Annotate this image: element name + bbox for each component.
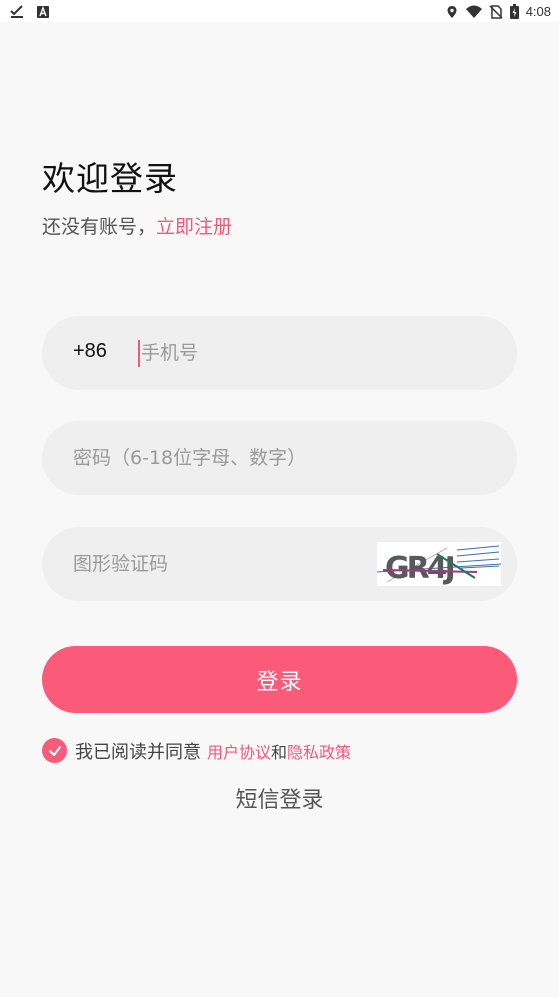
phone-input[interactable]: [141, 316, 481, 390]
no-sim-icon: [489, 4, 503, 19]
user-agreement-link[interactable]: 用户协议: [207, 739, 271, 763]
battery-charging-icon: [509, 4, 519, 19]
status-time: 4:08: [525, 3, 551, 19]
login-screen: 4:08 欢迎登录 还没有账号，立即注册 +86 GR4J: [0, 0, 559, 997]
captcha-text: GR4J: [385, 551, 454, 586]
wifi-icon: [465, 4, 482, 18]
agreement-row: 我已阅读并同意 用户协议 和 隐私政策: [42, 737, 351, 764]
sms-login-link[interactable]: 短信登录: [0, 782, 559, 814]
login-button[interactable]: 登录: [42, 646, 517, 713]
page-title: 欢迎登录: [42, 159, 178, 198]
text-cursor: [138, 340, 140, 367]
location-pin-icon: [445, 4, 459, 18]
register-prompt-text: 还没有账号，: [42, 216, 157, 238]
country-code[interactable]: +86: [73, 340, 107, 363]
captcha-input[interactable]: [73, 527, 363, 601]
agreement-and: 和: [271, 742, 288, 762]
status-bar-right: 4:08: [445, 3, 551, 19]
captcha-image[interactable]: GR4J: [376, 542, 502, 586]
status-bar-left: [10, 3, 50, 19]
password-field[interactable]: [42, 421, 517, 495]
agreement-checkbox[interactable]: [42, 738, 67, 763]
keyboard-a-icon: [36, 4, 50, 18]
captcha-field[interactable]: GR4J: [42, 527, 517, 601]
privacy-policy-link[interactable]: 隐私政策: [287, 739, 351, 763]
agreement-text: 我已阅读并同意: [75, 741, 201, 763]
status-bar: 4:08: [0, 0, 559, 22]
check-download-icon: [10, 4, 24, 18]
password-input[interactable]: [73, 421, 493, 495]
check-icon: [48, 744, 62, 758]
register-link[interactable]: 立即注册: [156, 216, 232, 238]
phone-field[interactable]: +86: [42, 316, 517, 390]
register-prompt: 还没有账号，立即注册: [42, 212, 232, 239]
